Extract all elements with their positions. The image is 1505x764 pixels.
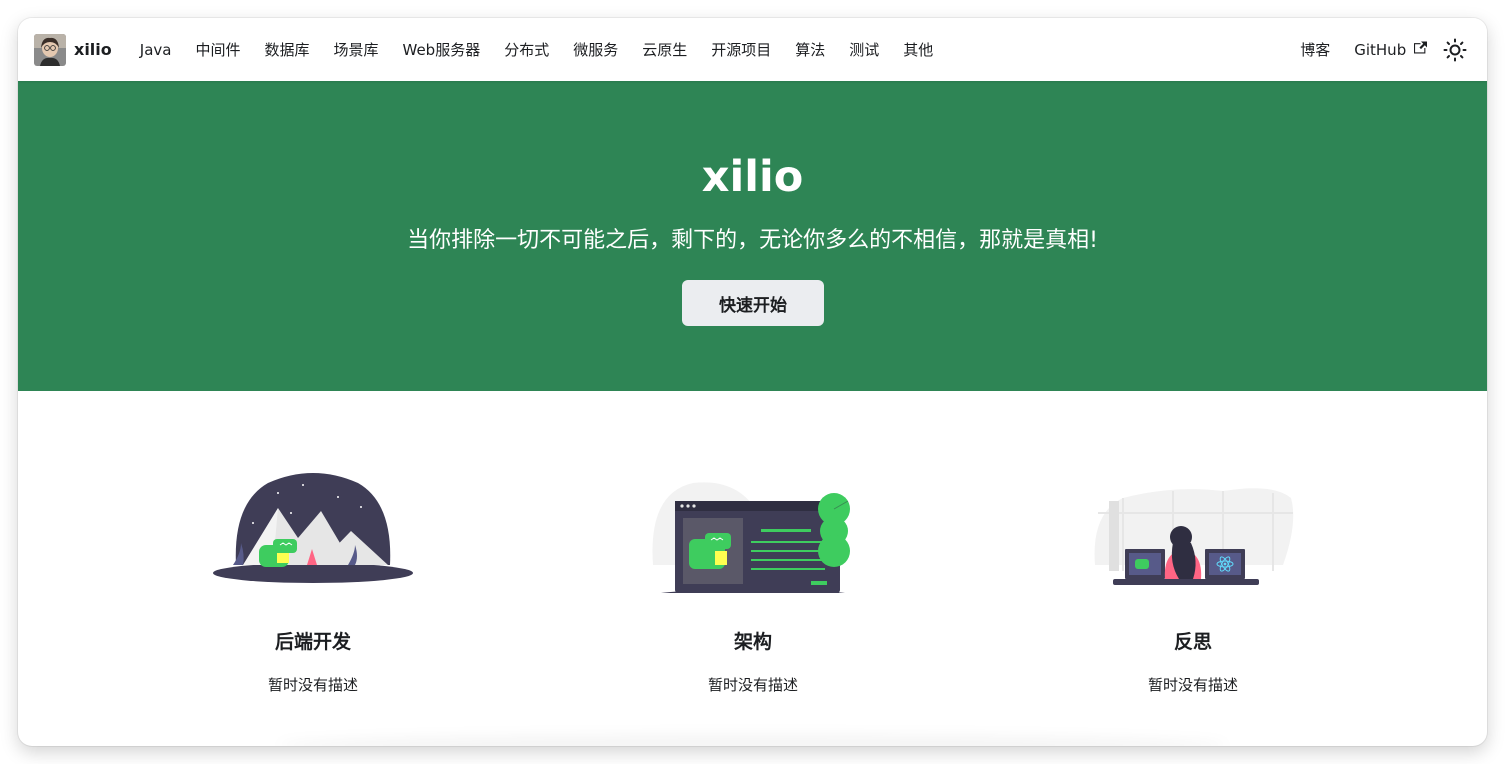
hero-subtitle: 当你排除一切不可能之后，剩下的，无论你多么的不相信，那就是真相! [407, 228, 1098, 253]
navbar: xilio Java 中间件 数据库 场景库 Web服务器 分布式 微服务 云原… [18, 18, 1487, 81]
sun-icon [1443, 38, 1467, 61]
nav-link-other[interactable]: 其他 [891, 39, 945, 60]
nav-link-java[interactable]: Java [128, 41, 184, 59]
browser-window: xilio Java 中间件 数据库 场景库 Web服务器 分布式 微服务 云原… [18, 18, 1487, 746]
nav-link-github[interactable]: GitHub [1342, 41, 1435, 59]
nav-link-middleware[interactable]: 中间件 [183, 39, 252, 60]
feature-description: 暂时没有描述 [707, 676, 798, 694]
mountain-dino-illustration [213, 473, 413, 583]
nav-right: 博客 GitHub [1288, 34, 1471, 66]
nav-link-open-source[interactable]: 开源项目 [699, 39, 783, 60]
avatar [34, 33, 66, 66]
nav-link-database[interactable]: 数据库 [252, 39, 321, 60]
github-label: GitHub [1354, 40, 1407, 59]
feature-description: 暂时没有描述 [1147, 676, 1238, 694]
brand-title: xilio [74, 40, 112, 59]
nav-link-blog[interactable]: 博客 [1288, 39, 1342, 60]
external-link-icon [1414, 41, 1427, 53]
nav-link-testing[interactable]: 测试 [837, 39, 891, 60]
nav-link-cloud-native[interactable]: 云原生 [630, 39, 699, 60]
hero-banner: xilio 当你排除一切不可能之后，剩下的，无论你多么的不相信，那就是真相! 快… [18, 81, 1487, 391]
feature-title: 架构 [733, 631, 772, 653]
feature-title: 后端开发 [274, 631, 351, 653]
brand-link[interactable]: xilio [34, 33, 112, 66]
nav-link-microservices[interactable]: 微服务 [561, 39, 630, 60]
feature-description: 暂时没有描述 [267, 676, 358, 694]
nav-link-distributed[interactable]: 分布式 [492, 39, 561, 60]
theme-toggle-button[interactable] [1439, 34, 1471, 66]
nav-links: Java 中间件 数据库 场景库 Web服务器 分布式 微服务 云原生 开源项目… [128, 39, 946, 60]
nav-link-scenarios[interactable]: 场景库 [321, 39, 390, 60]
bottom-shadow [278, 734, 1227, 746]
features-section: 后端开发 暂时没有描述 架构 暂时没有描述 反思 暂时没有描述 [18, 391, 1487, 746]
feature-title: 反思 [1173, 631, 1212, 653]
browser-dino-tree-illustration [652, 482, 850, 593]
hero-title: xilio [701, 152, 804, 202]
developer-monitors-illustration [1094, 488, 1294, 585]
nav-link-algorithms[interactable]: 算法 [783, 39, 837, 60]
quick-start-button[interactable]: 快速开始 [682, 280, 824, 326]
nav-link-web-server[interactable]: Web服务器 [391, 39, 493, 60]
